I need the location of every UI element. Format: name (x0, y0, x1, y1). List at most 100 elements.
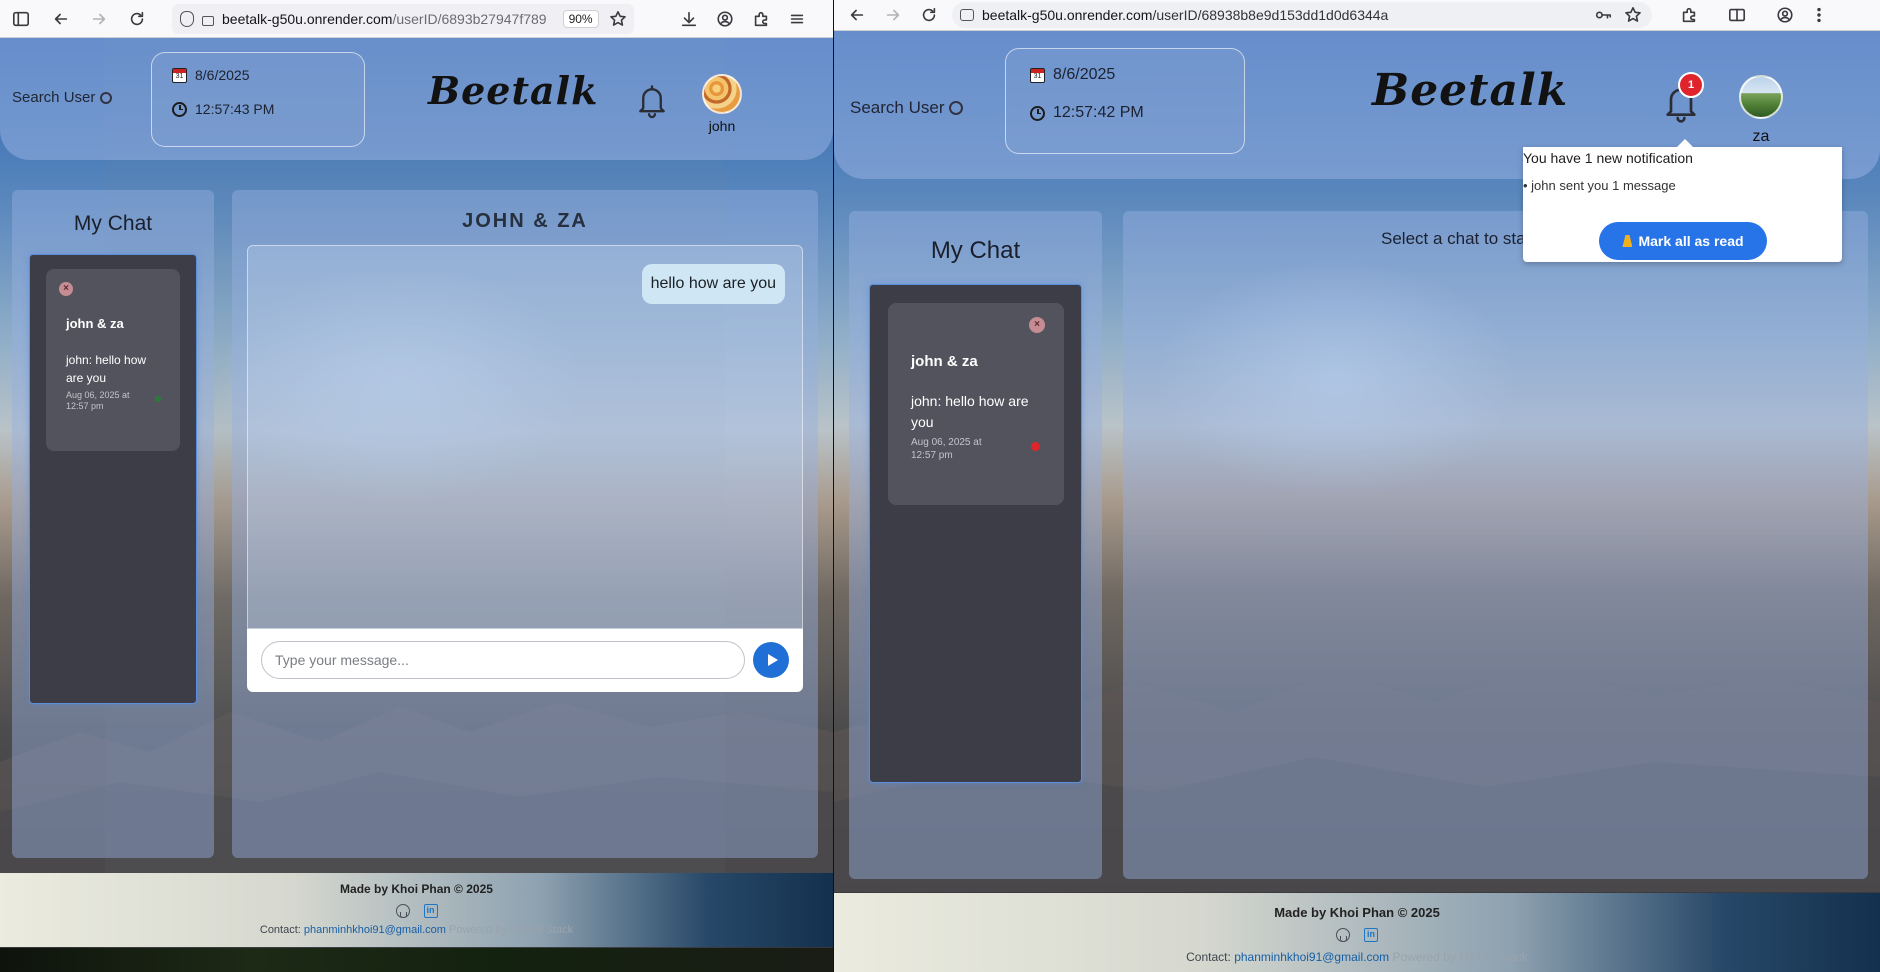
status-dot (155, 396, 161, 402)
zoom-indicator[interactable]: 90% (562, 9, 599, 28)
address-bar[interactable]: beetalk-g50u.onrender.com/userID/6893b27… (172, 3, 634, 34)
account-icon[interactable] (710, 4, 740, 34)
address-bar[interactable]: beetalk-g50u.onrender.com/userID/68938b8… (952, 2, 1652, 28)
footer-made-by: Made by Khoi Phan © 2025 (340, 882, 493, 896)
url-path: /userID/68938b8e9d153dd1d0d6344a (1152, 7, 1389, 23)
search-user-button[interactable]: Search User (12, 89, 113, 106)
calendar-icon (1030, 67, 1045, 83)
close-icon[interactable]: × (1029, 317, 1045, 333)
search-user-button[interactable]: Search User (850, 98, 964, 118)
notification-heading: You have 1 new notification (1523, 150, 1693, 166)
url-host: beetalk-g50u.onrender.com (982, 7, 1153, 23)
lock-icon (202, 16, 214, 26)
footer-email-link[interactable]: phanminhkhoi91@gmail.com (1234, 950, 1389, 964)
current-date: 8/6/2025 (1053, 66, 1116, 83)
back-arrow-icon[interactable] (46, 4, 76, 34)
footer-email-link[interactable]: phanminhkhoi91@gmail.com (304, 924, 446, 936)
github-icon[interactable] (395, 904, 410, 918)
forward-arrow-icon[interactable] (878, 0, 908, 30)
chat-panel: Select a chat to star (1123, 211, 1868, 879)
footer: Made by Khoi Phan © 2025 in Contact: pha… (0, 873, 833, 947)
user-avatar[interactable] (1739, 75, 1783, 119)
chat-card[interactable]: × john & za john: hello how are you Aug … (46, 269, 180, 451)
github-icon[interactable] (1336, 928, 1350, 942)
chat-card-last-message: john: hello how are you (911, 393, 1029, 430)
sidebar-title: My Chat (930, 237, 1021, 264)
footer-icons: in (834, 928, 1880, 942)
message-input[interactable] (261, 641, 745, 679)
chat-panel: JOHN & ZA hello how are you (232, 190, 818, 858)
browser-window-left: beetalk-g50u.onrender.com/userID/6893b27… (0, 0, 833, 972)
search-user-label: Search User (850, 98, 945, 117)
username-label: za (1752, 128, 1770, 145)
date-row: 8/6/2025 (172, 67, 344, 83)
calendar-icon (172, 67, 187, 83)
chat-card-title: john & za (911, 353, 978, 370)
chat-card-last-message: john: hello how are you (66, 353, 147, 385)
datetime-box: 8/6/2025 12:57:42 PM (1005, 48, 1245, 154)
mark-all-read-button[interactable]: Mark all as read (1599, 222, 1767, 260)
app-logo: Beetalk (428, 68, 599, 113)
linkedin-icon[interactable]: in (1364, 928, 1378, 942)
chat-title: JOHN & ZA (462, 210, 588, 232)
notification-bell-icon[interactable] (634, 82, 670, 120)
browser-window-right: beetalk-g50u.onrender.com/userID/68938b8… (834, 0, 1880, 972)
browser-toolbar: beetalk-g50u.onrender.com/userID/68938b8… (834, 0, 1880, 31)
broom-icon (1622, 235, 1633, 247)
menu-icon[interactable] (782, 4, 812, 34)
search-user-label: Search User (12, 89, 96, 106)
footer-powered-by: Powered by MERN Stack (1392, 950, 1528, 964)
user-avatar[interactable] (702, 74, 742, 114)
search-icon (100, 91, 113, 104)
sidebar-panel: My Chat × john & za john: hello how are … (12, 190, 214, 858)
sidebar-toggle-icon[interactable] (6, 4, 36, 34)
bookmark-star-icon[interactable] (607, 4, 629, 34)
profile-icon[interactable] (1770, 0, 1800, 30)
app-logo: Beetalk (1372, 65, 1569, 116)
linkedin-icon[interactable]: in (423, 904, 438, 918)
current-time: 12:57:43 PM (195, 101, 275, 117)
bookmark-star-icon[interactable] (1622, 2, 1644, 28)
time-row: 12:57:42 PM (1030, 104, 1220, 122)
reload-icon[interactable] (122, 4, 152, 34)
footer-contact-label: Contact: (1186, 950, 1231, 964)
download-icon[interactable] (674, 4, 704, 34)
message-input-bar (247, 629, 803, 692)
footer-powered-by: Powered by MERN Stack (449, 924, 574, 936)
more-options-icon[interactable] (1804, 0, 1834, 30)
notification-dropdown: You have 1 new notification • john sent … (1523, 139, 1842, 262)
footer-contact-label: Contact: (259, 924, 301, 936)
time-row: 12:57:43 PM (172, 101, 344, 117)
chat-card-title: john & za (66, 316, 124, 331)
back-arrow-icon[interactable] (842, 0, 872, 30)
chat-card-time: Aug 06, 2025 at 12:57 pm (911, 437, 982, 461)
chat-card[interactable]: × john & za john: hello how are you Aug … (888, 303, 1064, 505)
username-label: john (708, 118, 736, 134)
forward-arrow-icon[interactable] (84, 4, 114, 34)
notification-item[interactable]: • john sent you 1 message (1523, 178, 1842, 193)
clock-icon (1030, 105, 1045, 121)
select-chat-hint: Select a chat to star (1381, 229, 1532, 248)
url-host: beetalk-g50u.onrender.com (222, 10, 393, 27)
footer-contact: Contact: phanminhkhoi91@gmail.com Powere… (834, 950, 1880, 964)
chat-list: × john & za john: hello how are you Aug … (869, 284, 1082, 783)
message-bubble-own: hello how are you (641, 264, 785, 304)
app-header: Search User 8/6/2025 12:57:43 PM Beetalk… (0, 38, 833, 160)
mark-all-read-label: Mark all as read (1638, 233, 1744, 249)
sidebar-panel: My Chat × john & za john: hello how are … (849, 211, 1102, 879)
password-key-icon[interactable] (1592, 2, 1614, 28)
search-icon (949, 101, 964, 115)
close-icon[interactable]: × (59, 282, 73, 296)
message-area: hello how are you (247, 245, 803, 629)
split-view-icon[interactable] (1722, 0, 1752, 30)
site-settings-icon (960, 9, 974, 21)
send-button[interactable] (753, 642, 789, 678)
extensions-icon[interactable] (746, 4, 776, 34)
footer: Made by Khoi Phan © 2025 in Contact: pha… (834, 893, 1880, 972)
extensions-icon[interactable] (1674, 0, 1704, 30)
shield-icon (180, 10, 194, 27)
reload-icon[interactable] (914, 0, 944, 30)
unread-dot (1031, 442, 1040, 451)
url-path: /userID/6893b27947f789 (392, 10, 547, 27)
sidebar-title: My Chat (73, 212, 153, 235)
